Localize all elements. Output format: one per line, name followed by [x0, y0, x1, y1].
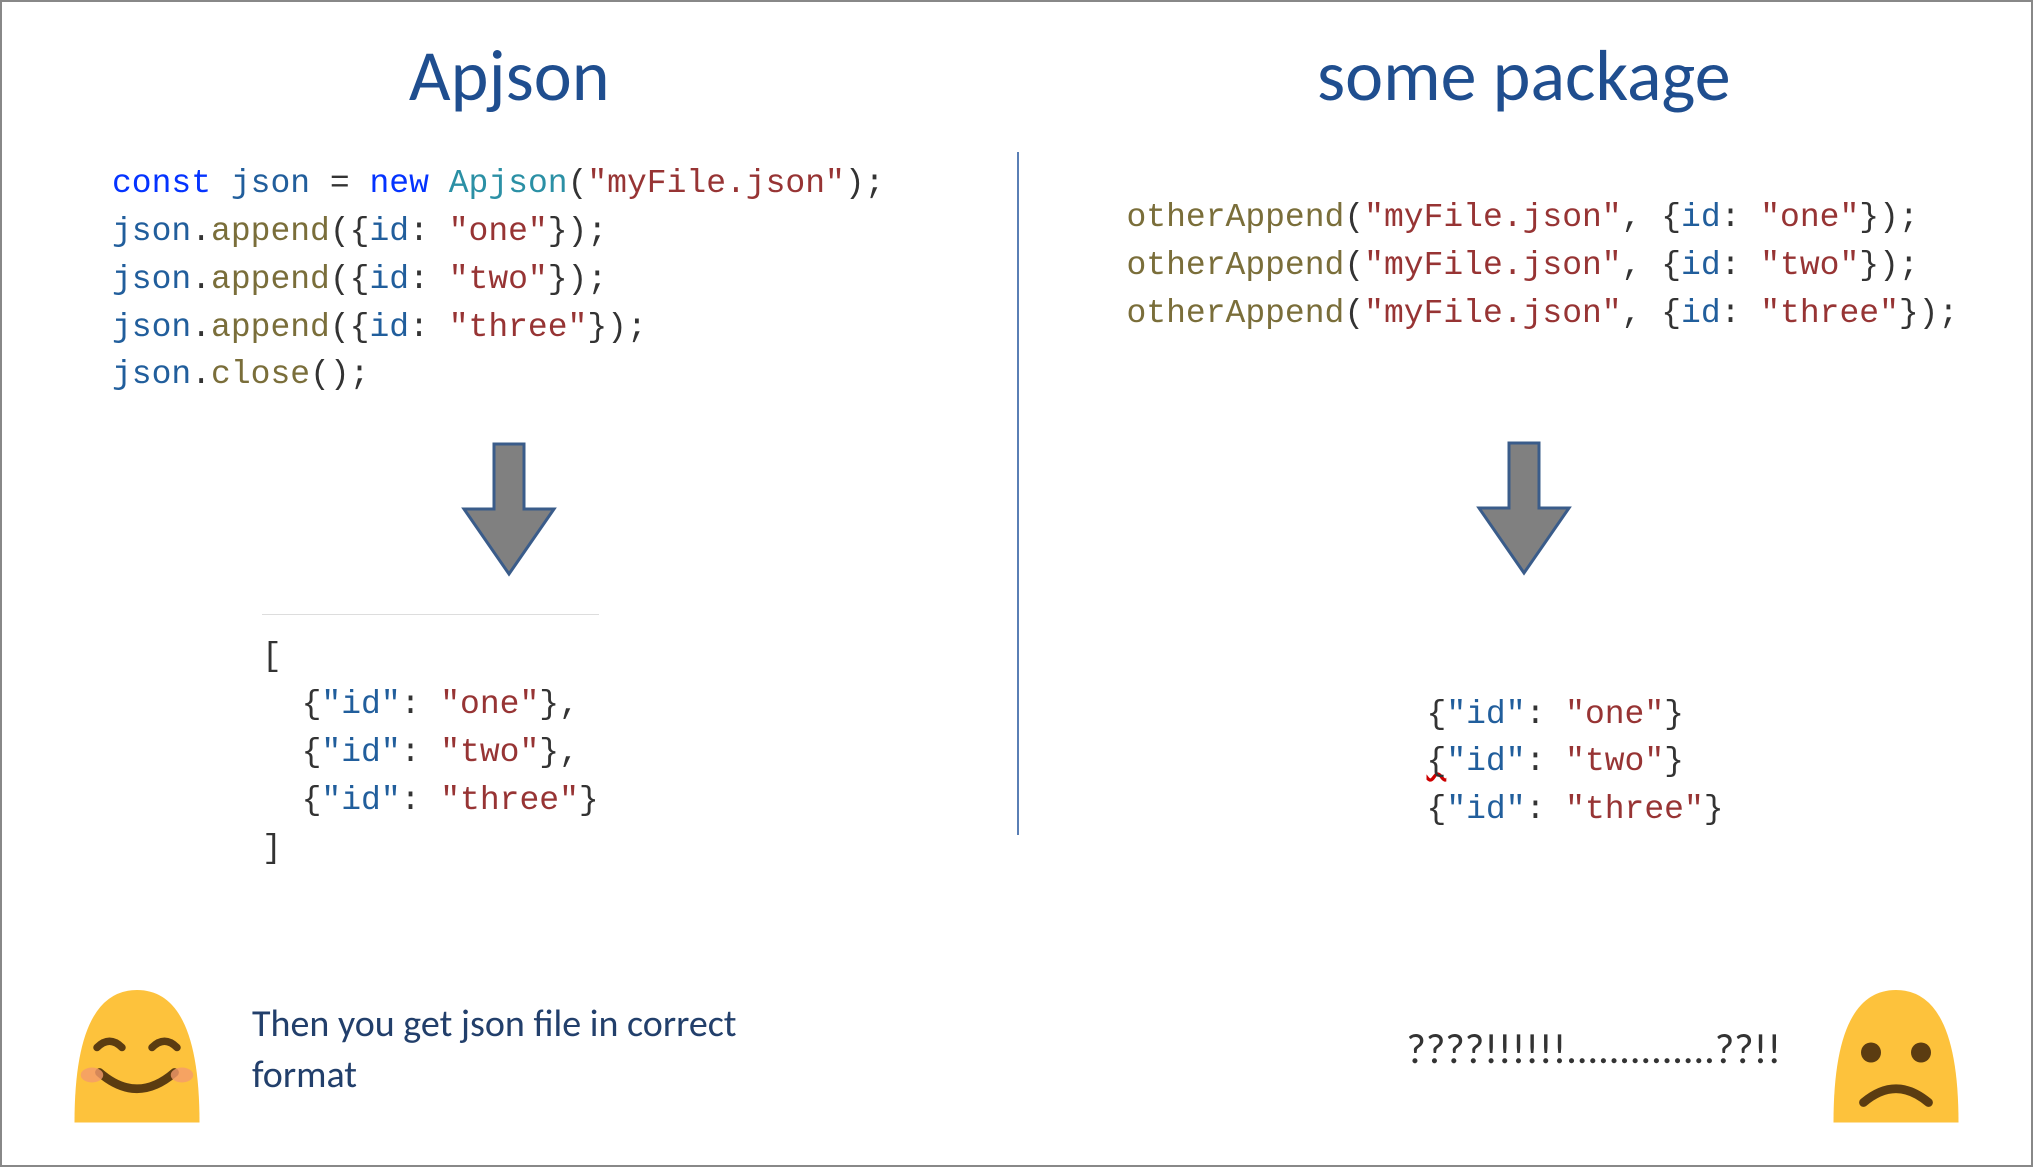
- right-arrow-wrap: [1077, 438, 1972, 583]
- right-output: {"id": "one"} {"id": "two"} {"id": "thre…: [1427, 673, 1724, 835]
- left-panel: Apjson const json = new Apjson("myFile.j…: [2, 2, 1017, 1165]
- error-underline: {: [1427, 743, 1447, 780]
- frown-emoji-icon: [1821, 975, 1971, 1125]
- left-code: const json = new Apjson("myFile.json"); …: [112, 160, 957, 399]
- right-panel: some package otherAppend("myFile.json", …: [1017, 2, 2032, 1165]
- right-caption: ????!!!!!!..............??!!: [1406, 1022, 1781, 1079]
- comparison-slide: Apjson const json = new Apjson("myFile.j…: [0, 0, 2033, 1167]
- left-caption: Then you get json file in correct format: [252, 999, 772, 1102]
- left-footer: Then you get json file in correct format: [62, 975, 957, 1125]
- down-arrow-icon: [1474, 438, 1574, 578]
- down-arrow-icon: [459, 439, 559, 579]
- smile-emoji-icon: [62, 975, 212, 1125]
- left-output: [ {"id": "one"}, {"id": "two"}, {"id": "…: [262, 614, 599, 872]
- left-arrow-wrap: [62, 439, 957, 584]
- left-heading: Apjson: [62, 32, 957, 120]
- right-footer: ????!!!!!!..............??!!: [1077, 975, 1972, 1125]
- right-heading: some package: [1077, 32, 1972, 120]
- right-code: otherAppend("myFile.json", {id: "one"});…: [1127, 194, 1972, 338]
